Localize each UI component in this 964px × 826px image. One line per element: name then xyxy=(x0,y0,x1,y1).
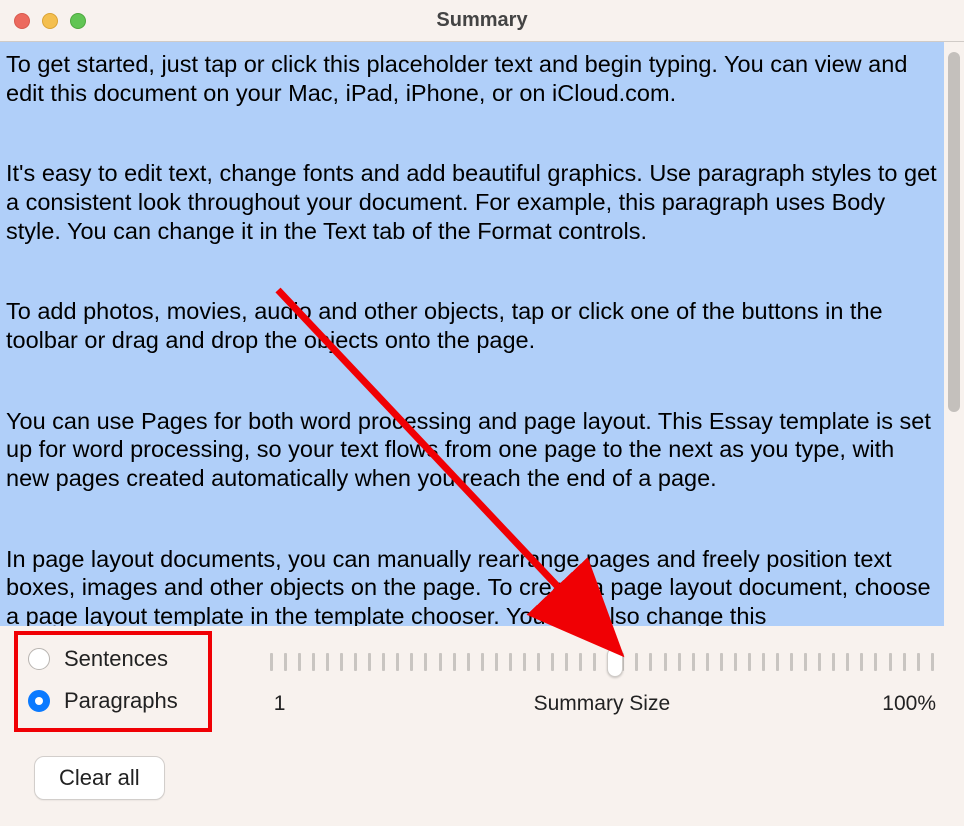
radio-label: Paragraphs xyxy=(64,688,178,714)
close-button[interactable] xyxy=(14,13,30,29)
summary-text-pane[interactable]: To get started, just tap or click this p… xyxy=(0,42,944,626)
clear-all-button[interactable]: Clear all xyxy=(34,756,165,800)
slider-labels: 1 Summary Size 100% xyxy=(268,692,936,718)
radio-label: Sentences xyxy=(64,646,168,672)
content-area: To get started, just tap or click this p… xyxy=(0,42,964,626)
paragraph: To get started, just tap or click this p… xyxy=(6,50,938,107)
traffic-lights xyxy=(14,13,86,29)
slider-thumb[interactable] xyxy=(607,647,623,677)
radio-sentences[interactable]: Sentences xyxy=(28,646,178,672)
summary-size-slider-section: 1 Summary Size 100% xyxy=(268,642,936,718)
radio-dot-icon xyxy=(35,697,43,705)
radio-circle-icon xyxy=(28,690,50,712)
minimize-button[interactable] xyxy=(42,13,58,29)
paragraph: You can use Pages for both word processi… xyxy=(6,407,938,493)
paragraph: It's easy to edit text, change fonts and… xyxy=(6,159,938,245)
maximize-button[interactable] xyxy=(70,13,86,29)
slider-max-label: 100% xyxy=(882,692,936,716)
controls-panel: Sentences Paragraphs 1 Summary Size 100%… xyxy=(0,626,964,820)
summary-size-slider[interactable] xyxy=(268,650,936,674)
titlebar: Summary xyxy=(0,0,964,42)
radio-circle-icon xyxy=(28,648,50,670)
scrollbar-track[interactable] xyxy=(944,42,964,626)
paragraph: In page layout documents, you can manual… xyxy=(6,545,938,626)
paragraph: To add photos, movies, audio and other o… xyxy=(6,297,938,354)
slider-center-label: Summary Size xyxy=(534,692,671,716)
window-title: Summary xyxy=(436,9,527,32)
summary-mode-group: Sentences Paragraphs xyxy=(28,642,178,714)
radio-paragraphs[interactable]: Paragraphs xyxy=(28,688,178,714)
slider-min-label: 1 xyxy=(274,692,286,716)
scrollbar-thumb[interactable] xyxy=(948,52,960,412)
